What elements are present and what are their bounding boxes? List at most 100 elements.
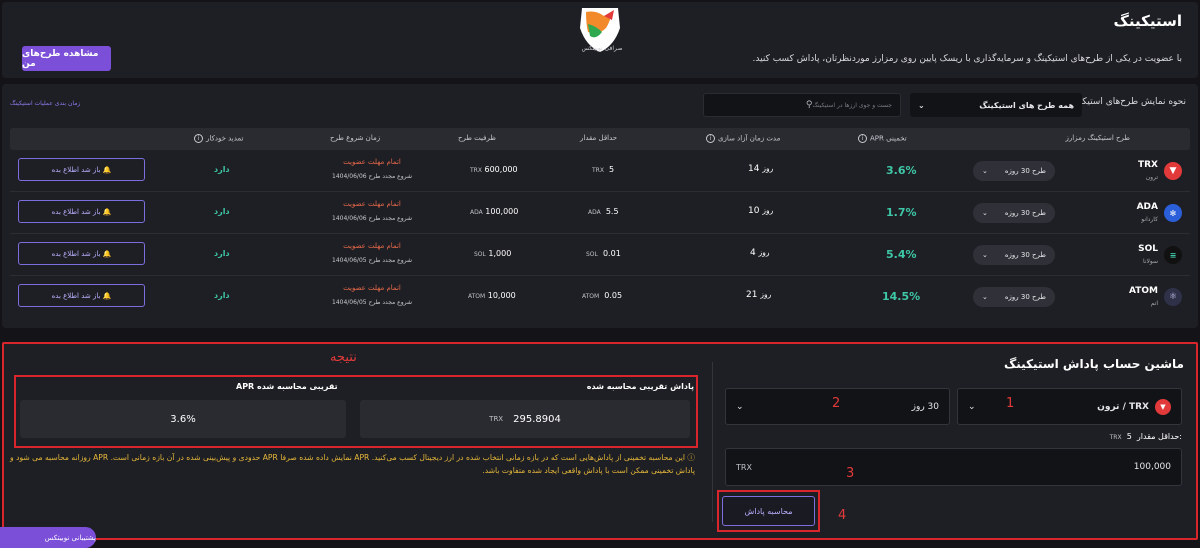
search-placeholder: جست و جوی ارزها در استیکینگ	[812, 101, 892, 109]
plan-select[interactable]: طرح 30 روزه ⌄	[973, 161, 1055, 181]
bell-icon: 🔔	[102, 207, 112, 216]
divider	[712, 362, 713, 522]
bell-icon: 🔔	[102, 165, 112, 174]
col-start: زمان شروع طرح	[330, 134, 381, 142]
amount-unit: TRX	[736, 462, 752, 472]
annotation-2: 2	[832, 396, 841, 411]
notify-button[interactable]: 🔔 باز شد اطلاع بده	[18, 158, 145, 181]
chevron-down-icon: ⌄	[982, 209, 988, 217]
coin-name: سولانا	[1142, 258, 1158, 265]
min-amount: ADA 5.5	[588, 207, 619, 216]
chevron-down-icon: ⌄	[982, 251, 988, 259]
apr-value: 1.7%	[886, 206, 917, 219]
col-release: i مدت زمان آزاد سازی	[706, 134, 780, 143]
col-min: حداقل مقدار	[580, 134, 618, 142]
search-icon: ⚲	[805, 100, 813, 110]
apr-value: 5.4%	[886, 248, 917, 261]
table-row: ▼ TRX ترون طرح 30 روزه ⌄ 3.6% 14 روز TRX …	[10, 150, 1190, 192]
notify-button[interactable]: 🔔 باز شد اطلاع بده	[18, 242, 145, 265]
show-mode-label: نحوه نمایش طرح‌های استیکینگ:	[1065, 97, 1186, 107]
apr-result-label: APR تقریبی محاسبه شده	[236, 382, 338, 391]
table-row: ≡ SOL سولانا طرح 30 روزه ⌄ 5.4% 4 روز SOL…	[10, 234, 1190, 276]
chevron-down-icon: ⌄	[918, 100, 925, 110]
col-apr: i APR تخمینی	[858, 134, 907, 143]
table-row: ⚛ ATOM اتم طرح 30 روزه ⌄ 14.5% 21 روز ATO…	[10, 276, 1190, 318]
table-row: ✻ ADA کاردانو طرح 30 روزه ⌄ 1.7% 10 روز A…	[10, 192, 1190, 234]
support-chat-button[interactable]: پشتیبانی نوبیتکس	[0, 527, 96, 548]
start-status: اتمام مهلت عضویت	[343, 284, 401, 292]
coin-symbol: ADA	[1136, 202, 1158, 212]
info-icon[interactable]: i	[706, 134, 715, 143]
annotation-result-label: نتیجه	[330, 350, 357, 365]
schedule-link[interactable]: زمان بندی عملیات استیکینگ	[10, 100, 80, 107]
apr-value: 14.5%	[882, 290, 921, 303]
auto-renew: دارد	[214, 165, 230, 174]
start-status: اتمام مهلت عضویت	[343, 242, 401, 250]
auto-renew: دارد	[214, 291, 230, 300]
start-status: اتمام مهلت عضویت	[343, 158, 401, 166]
coin-name: اتم	[1150, 300, 1158, 307]
apr-value: 3.6%	[886, 164, 917, 177]
plan-select[interactable]: طرح 30 روزه ⌄	[973, 245, 1055, 265]
col-auto: i تمدید خودکار	[194, 134, 243, 143]
plans-filter-select[interactable]: همه طرح های استیکینگ ⌄	[910, 93, 1082, 117]
auto-renew: دارد	[214, 249, 230, 258]
col-plan: طرح استیکینگ رمزارز	[1065, 134, 1131, 142]
min-amount: SOL 0.01	[586, 249, 621, 258]
amount-value: 100,000	[1133, 462, 1171, 472]
min-amount: ATOM 0.05	[582, 291, 623, 300]
coin-select[interactable]: ⌄ ترون / TRX ▼	[957, 388, 1182, 425]
cardano-icon: ✻	[1164, 204, 1182, 222]
notify-button[interactable]: 🔔 باز شد اطلاع بده	[18, 200, 145, 223]
reward-output: TRX 295.8904	[360, 400, 690, 438]
coin-select-value: ترون / TRX	[1097, 401, 1149, 412]
release-period: 4 روز	[750, 248, 770, 258]
calculate-reward-button[interactable]: محاسبه پاداش	[722, 496, 815, 526]
plan-select[interactable]: طرح 30 روزه ⌄	[973, 287, 1055, 307]
info-icon[interactable]: i	[858, 134, 867, 143]
annotation-4: 4	[838, 508, 847, 523]
apr-output: 3.6%	[20, 400, 346, 438]
tron-icon: ▼	[1155, 398, 1171, 415]
reward-label: پاداش تقریبی محاسبه شده	[586, 382, 694, 391]
plan-select[interactable]: طرح 30 روزه ⌄	[973, 203, 1055, 223]
reward-unit: TRX	[489, 415, 504, 423]
period-select-value: 30 روز	[911, 401, 939, 412]
coin-name: ترون	[1145, 174, 1158, 181]
start-date: شروع مجدد طرح 1404/06/06	[332, 215, 412, 222]
tron-icon: ▼	[1164, 162, 1182, 180]
plans-filter-value: همه طرح های استیکینگ	[979, 100, 1074, 110]
coin-symbol: TRX	[1137, 160, 1158, 170]
capacity: ADA 100,000	[470, 207, 519, 216]
warning-icon: ⓘ	[687, 453, 695, 462]
chevron-down-icon: ⌄	[982, 167, 988, 175]
calculator-panel	[2, 342, 1198, 540]
start-date: شروع مجدد طرح 1404/06/05	[332, 299, 412, 306]
min-amount-hint: TRX 5 حداقل مقدار:	[1109, 432, 1182, 441]
info-icon[interactable]: i	[194, 134, 203, 143]
start-date: شروع مجدد طرح 1404/06/06	[332, 173, 412, 180]
start-status: اتمام مهلت عضویت	[343, 200, 401, 208]
bell-icon: 🔔	[102, 291, 112, 300]
amount-input[interactable]: TRX 100,000	[725, 448, 1182, 486]
table-header: طرح استیکینگ رمزارز i APR تخمینی i مدت زما…	[10, 128, 1190, 150]
logo-text: صرافی نوبیتکس	[581, 45, 623, 52]
start-date: شروع مجدد طرح 1404/06/05	[332, 257, 412, 264]
search-input[interactable]: جست و جوی ارزها در استیکینگ ⚲	[703, 93, 901, 117]
bell-icon: 🔔	[102, 249, 112, 258]
my-plans-button[interactable]: مشاهده طرح‌های من	[22, 46, 111, 71]
cosmos-icon: ⚛	[1164, 288, 1182, 306]
chevron-down-icon: ⌄	[982, 293, 988, 301]
annotation-1: 1	[1006, 396, 1015, 411]
chevron-down-icon: ⌄	[736, 401, 744, 412]
solana-icon: ≡	[1164, 246, 1182, 264]
chevron-down-icon: ⌄	[968, 401, 976, 412]
coin-symbol: SOL	[1138, 244, 1158, 254]
release-period: 10 روز	[748, 206, 774, 216]
auto-renew: دارد	[214, 207, 230, 216]
release-period: 14 روز	[748, 164, 774, 174]
col-capacity: ظرفیت طرح	[458, 134, 496, 142]
coin-name: کاردانو	[1141, 216, 1158, 223]
page-subtitle: با عضویت در یکی از طرح‌های استیکینگ و سر…	[752, 54, 1182, 64]
notify-button[interactable]: 🔔 باز شد اطلاع بده	[18, 284, 145, 307]
